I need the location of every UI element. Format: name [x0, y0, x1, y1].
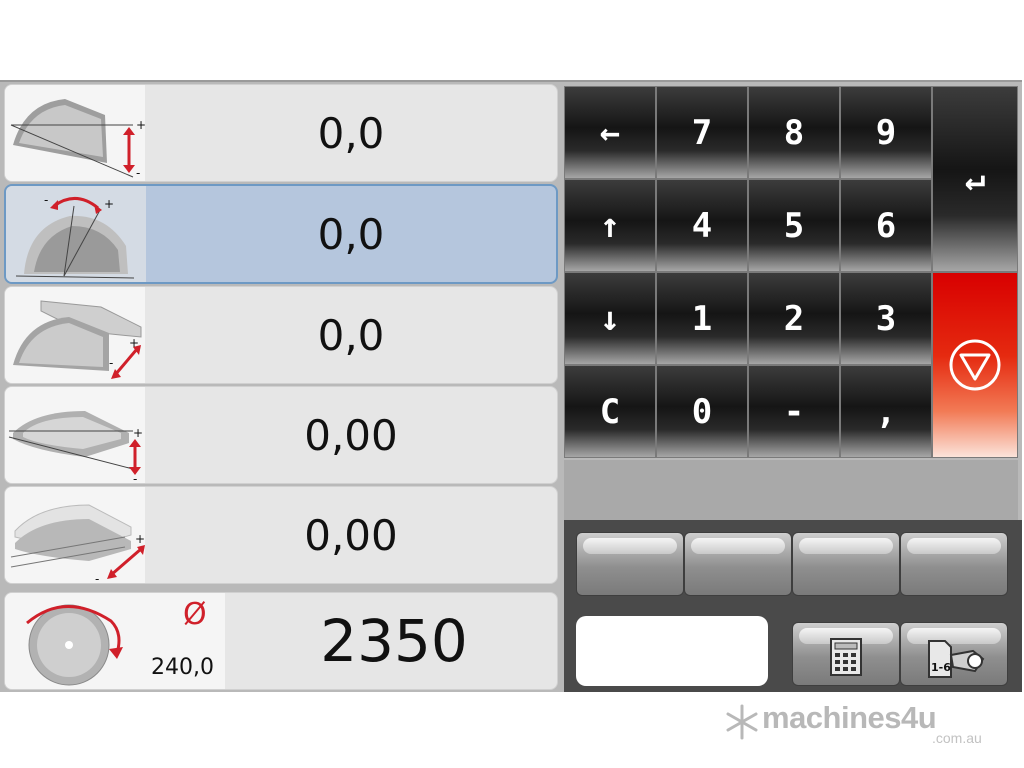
- tool-program-button[interactable]: 1-6: [900, 622, 1008, 686]
- blade-height-icon: + -: [5, 85, 146, 181]
- down-key[interactable]: ↓: [564, 272, 656, 365]
- blade-height-value[interactable]: 0,0: [145, 85, 557, 181]
- calculator-icon: [830, 638, 862, 676]
- key-3[interactable]: 3: [840, 272, 932, 365]
- fence-position-icon: + -: [5, 287, 145, 383]
- stop-key[interactable]: [932, 272, 1018, 458]
- calculator-button[interactable]: [792, 622, 900, 686]
- param-row-scoring-height[interactable]: + - 0,00: [4, 386, 558, 484]
- key-1[interactable]: 1: [656, 272, 748, 365]
- svg-text:+: +: [129, 336, 139, 350]
- param-row-blade-tilt[interactable]: - + 0,0: [4, 184, 558, 284]
- function-button-1[interactable]: [576, 532, 684, 596]
- diameter-symbol: Ø: [183, 597, 207, 632]
- param-row-speed: Ø 240,0 2350: [4, 592, 558, 690]
- key-9[interactable]: 9: [840, 86, 932, 179]
- svg-text:+: +: [104, 197, 114, 211]
- key-0[interactable]: 0: [656, 365, 748, 458]
- svg-text:1-6: 1-6: [931, 661, 951, 674]
- param-row-blade-height[interactable]: + - 0,0: [4, 84, 558, 182]
- speed-panel: Ø 240,0: [5, 593, 225, 689]
- scoring-height-icon: + -: [5, 387, 145, 483]
- key-7[interactable]: 7: [656, 86, 748, 179]
- svg-text:-: -: [136, 166, 140, 180]
- svg-text:+: +: [136, 118, 145, 132]
- numeric-keypad: ← 7 8 9 ↵ ↑ 4 5 6 ↓ 1 2 3 C 0 - ,: [564, 86, 1018, 458]
- clear-key[interactable]: C: [564, 365, 656, 458]
- svg-text:+: +: [133, 426, 143, 440]
- backspace-key[interactable]: ←: [564, 86, 656, 179]
- svg-text:+: +: [135, 532, 145, 546]
- status-area: [564, 460, 1018, 520]
- up-key[interactable]: ↑: [564, 179, 656, 272]
- svg-text:-: -: [109, 356, 113, 370]
- scoring-width-icon: + -: [5, 487, 145, 583]
- svg-text:-: -: [133, 472, 137, 484]
- key-8[interactable]: 8: [748, 86, 840, 179]
- blade-tilt-value[interactable]: 0,0: [146, 186, 556, 282]
- stop-icon: [949, 339, 1001, 391]
- fence-position-value[interactable]: 0,0: [145, 287, 557, 383]
- key-2[interactable]: 2: [748, 272, 840, 365]
- key-4[interactable]: 4: [656, 179, 748, 272]
- snowflake-icon: [726, 704, 758, 740]
- blade-tilt-icon: - +: [6, 186, 146, 282]
- svg-text:-: -: [95, 572, 99, 584]
- key-5[interactable]: 5: [748, 179, 840, 272]
- machine-control-screen: + - 0,0 - + 0,0: [0, 80, 1022, 692]
- svg-text:-: -: [44, 193, 48, 207]
- minus-key[interactable]: -: [748, 365, 840, 458]
- tool-program-icon: 1-6: [928, 640, 985, 678]
- key-6[interactable]: 6: [840, 179, 932, 272]
- param-row-fence-position[interactable]: + - 0,0: [4, 286, 558, 384]
- rpm-value: 2350: [320, 607, 468, 675]
- watermark-domain: .com.au: [932, 730, 982, 746]
- scoring-height-value[interactable]: 0,00: [145, 387, 557, 483]
- blade-rotation-icon: [26, 604, 123, 686]
- watermark-logo: machines4u .com.au: [724, 700, 1004, 748]
- param-row-scoring-width[interactable]: + - 0,00: [4, 486, 558, 584]
- function-button-2[interactable]: [684, 532, 792, 596]
- function-button-3[interactable]: [792, 532, 900, 596]
- message-box: [576, 616, 768, 686]
- scoring-width-value[interactable]: 0,00: [145, 487, 557, 583]
- function-panel: 1-6: [564, 520, 1022, 692]
- diameter-value: 240,0: [151, 655, 214, 680]
- enter-key[interactable]: ↵: [932, 86, 1018, 272]
- watermark-brand: machines4u: [762, 700, 937, 735]
- comma-key[interactable]: ,: [840, 365, 932, 458]
- function-button-4[interactable]: [900, 532, 1008, 596]
